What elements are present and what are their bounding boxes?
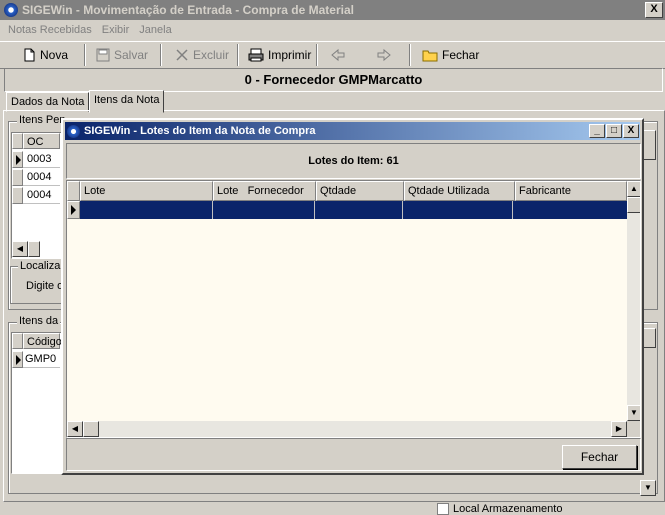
imprimir-button[interactable]: Imprimir — [248, 46, 311, 64]
lotes-grid[interactable]: Lote Lote Fornecedor Qtdade Qtdade Utili… — [66, 180, 641, 438]
scroll-thumb[interactable] — [28, 241, 40, 257]
menu-exibir[interactable]: Exibir — [102, 24, 130, 36]
column-header-qtdade-utilizada[interactable]: Qtdade Utilizada — [404, 181, 515, 201]
cell-lote[interactable] — [80, 201, 213, 219]
column-header-oc[interactable]: OC — [23, 133, 60, 149]
table-row[interactable]: 0004 — [23, 187, 60, 204]
row-indicator — [67, 201, 80, 219]
row-indicator — [12, 169, 23, 186]
row-indicator — [12, 351, 23, 368]
fechar-dialog-button[interactable]: Fechar — [562, 445, 637, 469]
folder-icon — [422, 50, 438, 62]
scroll-thumb[interactable] — [627, 197, 640, 213]
arrow-right-icon — [377, 48, 391, 62]
menu-janela[interactable]: Janela — [139, 24, 171, 36]
column-header-lote[interactable]: Lote — [80, 181, 213, 201]
save-disk-icon — [96, 48, 110, 62]
itens-da-nota-grid[interactable]: Código GMP0 — [11, 332, 63, 474]
dialog-heading-panel: Lotes do Item: 61 — [66, 143, 641, 179]
table-row[interactable]: 0003 — [23, 151, 60, 168]
delete-x-icon — [176, 49, 188, 61]
row-indicator — [12, 151, 23, 168]
column-header-qtdade[interactable]: Qtdade — [316, 181, 404, 201]
printer-icon — [248, 48, 264, 62]
scroll-left-button[interactable]: ◀ — [67, 421, 83, 437]
main-title-bar: SIGEWin - Movimentação de Entrada - Comp… — [0, 0, 665, 20]
menu-notas-recebidas[interactable]: Notas Recebidas — [8, 24, 92, 36]
scroll-corner — [627, 421, 640, 437]
cell-qtdade-utilizada[interactable] — [403, 201, 514, 219]
itens-pendentes-grid[interactable]: OC 0003 0004 0004 ◀ — [11, 132, 63, 259]
column-header-codigo[interactable]: Código — [23, 333, 62, 349]
itens-pendentes-title: Itens Pen — [17, 114, 68, 126]
localizar-label: Digite o — [26, 280, 64, 292]
tab-dados-da-nota[interactable]: Dados da Nota — [6, 92, 90, 112]
scroll-down-button[interactable]: ▼ — [640, 480, 656, 496]
salvar-button[interactable]: Salvar — [96, 46, 148, 64]
row-indicator — [12, 187, 23, 204]
vertical-scrollbar[interactable]: ▲ ▼ — [627, 181, 640, 421]
horizontal-scrollbar[interactable]: ◀ ▶ — [67, 421, 627, 437]
minimize-button[interactable]: _ — [589, 124, 605, 138]
scroll-up-button[interactable]: ▲ — [627, 181, 640, 197]
lotes-heading: Lotes do Item: 61 — [308, 155, 399, 167]
window-title: SIGEWin - Movimentação de Entrada - Comp… — [22, 3, 354, 17]
grid-corner — [12, 133, 23, 149]
table-row[interactable]: GMP0 — [23, 351, 60, 368]
lotes-dialog: SIGEWin - Lotes do Item da Nota de Compr… — [61, 118, 644, 475]
new-document-icon — [24, 48, 35, 62]
local-armazenamento-checkbox[interactable] — [437, 503, 449, 515]
cell-qtdade[interactable] — [315, 201, 403, 219]
scroll-down-button[interactable]: ▼ — [627, 405, 640, 421]
arrow-left-icon — [331, 48, 345, 62]
column-header-fabricante[interactable]: Fabricante — [515, 181, 627, 201]
selected-table-row[interactable] — [80, 201, 627, 219]
excluir-button[interactable]: Excluir — [175, 46, 229, 64]
supplier-header: 0 - Fornecedor GMPMarcatto — [4, 68, 663, 92]
window-close-button[interactable]: X — [645, 2, 663, 18]
maximize-button[interactable]: □ — [606, 124, 622, 138]
tab-itens-da-nota[interactable]: Itens da Nota — [89, 90, 165, 113]
dialog-title-bar: SIGEWin - Lotes do Item da Nota de Compr… — [65, 122, 640, 140]
dialog-title: SIGEWin - Lotes do Item da Nota de Compr… — [84, 125, 316, 137]
fechar-button[interactable]: Fechar — [422, 46, 479, 64]
cell-lote-fornecedor[interactable] — [213, 201, 316, 219]
cell-fabricante[interactable] — [513, 201, 627, 219]
previous-button[interactable] — [330, 46, 346, 64]
column-header-lote-fornecedor[interactable]: Lote Fornecedor — [213, 181, 316, 201]
local-armazenamento[interactable]: Local Armazenamento — [437, 503, 562, 515]
app-icon — [67, 124, 80, 138]
table-row[interactable]: 0004 — [23, 169, 60, 186]
nova-button[interactable]: Nova — [22, 46, 68, 64]
app-icon — [4, 3, 18, 17]
dialog-footer — [66, 438, 641, 471]
scroll-right-button[interactable]: ▶ — [611, 421, 627, 437]
localizar-title: Localiza — [18, 260, 63, 272]
grid-corner — [12, 333, 23, 349]
scroll-thumb[interactable] — [83, 421, 99, 437]
grid-corner — [67, 181, 80, 201]
dialog-close-button[interactable]: X — [623, 124, 639, 138]
menu-bar: Notas Recebidas Exibir Janela — [0, 20, 665, 39]
toolbar: Nova Salvar Excluir Imprimir Fechar — [0, 41, 665, 69]
next-button[interactable] — [376, 46, 392, 64]
itens-da-nota-title: Itens da — [17, 315, 61, 327]
scroll-left-button[interactable]: ◀ — [12, 241, 28, 257]
